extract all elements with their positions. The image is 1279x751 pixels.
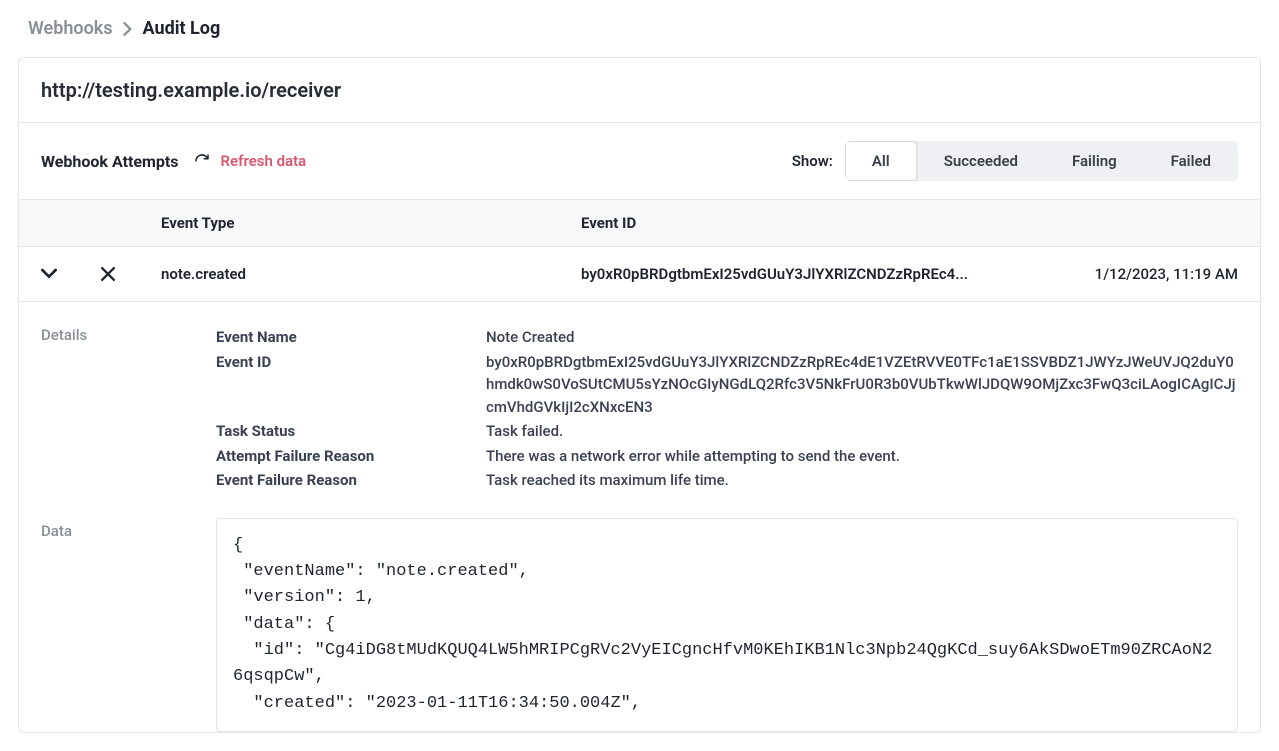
field-label-attempt-failure-reason: Attempt Failure Reason (216, 445, 486, 468)
breadcrumb-parent[interactable]: Webhooks (28, 18, 113, 39)
attempts-heading: Webhook Attempts (41, 152, 179, 171)
field-value-event-failure-reason: Task reached its maximum life time. (486, 469, 1238, 492)
audit-log-card: http://testing.example.io/receiver Webho… (18, 57, 1261, 733)
field-value-task-status: Task failed. (486, 420, 1238, 443)
show-label: Show: (792, 152, 833, 170)
field-label-task-status: Task Status (216, 420, 486, 443)
filter-segmented: All Succeeded Failing Failed (845, 141, 1238, 181)
breadcrumb: Webhooks Audit Log (18, 18, 1261, 39)
table-row[interactable]: note.created by0xR0pBRDgtbmExI25vdGUuY3J… (19, 247, 1260, 302)
field-label-event-failure-reason: Event Failure Reason (216, 469, 486, 492)
cell-timestamp: 1/12/2023, 11:19 AM (1038, 265, 1238, 283)
card-header: http://testing.example.io/receiver (19, 58, 1260, 123)
field-label-event-name: Event Name (216, 326, 486, 349)
toolbar: Webhook Attempts Refresh data Show: All … (19, 123, 1260, 200)
refresh-data-link[interactable]: Refresh data (221, 152, 307, 170)
filter-failing[interactable]: Failing (1045, 141, 1144, 181)
cell-event-id: by0xR0pBRDgtbmExI25vdGUuY3JlYXRlZCNDZzRp… (581, 265, 1038, 283)
field-value-event-name: Note Created (486, 326, 1238, 349)
field-value-attempt-failure-reason: There was a network error while attempti… (486, 445, 1238, 468)
data-heading: Data (41, 518, 216, 732)
breadcrumb-current: Audit Log (143, 18, 221, 39)
payload-code[interactable]: { "eventName": "note.created", "version"… (216, 518, 1238, 732)
details-panel: Details Event Name Note Created Event ID… (19, 302, 1260, 508)
data-panel: Data { "eventName": "note.created", "ver… (19, 508, 1260, 732)
table-header-row: Event Type Event ID (19, 200, 1260, 247)
field-label-event-id: Event ID (216, 351, 486, 419)
refresh-icon[interactable] (193, 152, 211, 170)
details-heading: Details (41, 326, 216, 494)
filter-all[interactable]: All (845, 141, 917, 181)
chevron-right-icon (123, 22, 133, 36)
endpoint-url: http://testing.example.io/receiver (41, 78, 1238, 102)
status-failed-icon (101, 267, 161, 281)
cell-event-type: note.created (161, 265, 581, 283)
col-header-event-type: Event Type (161, 214, 581, 232)
col-header-event-id: Event ID (581, 214, 1038, 232)
expand-toggle-icon[interactable] (41, 266, 101, 282)
filter-succeeded[interactable]: Succeeded (917, 141, 1045, 181)
filter-failed[interactable]: Failed (1144, 141, 1238, 181)
field-value-event-id: by0xR0pBRDgtbmExI25vdGUuY3JlYXRlZCNDZzRp… (486, 351, 1238, 419)
